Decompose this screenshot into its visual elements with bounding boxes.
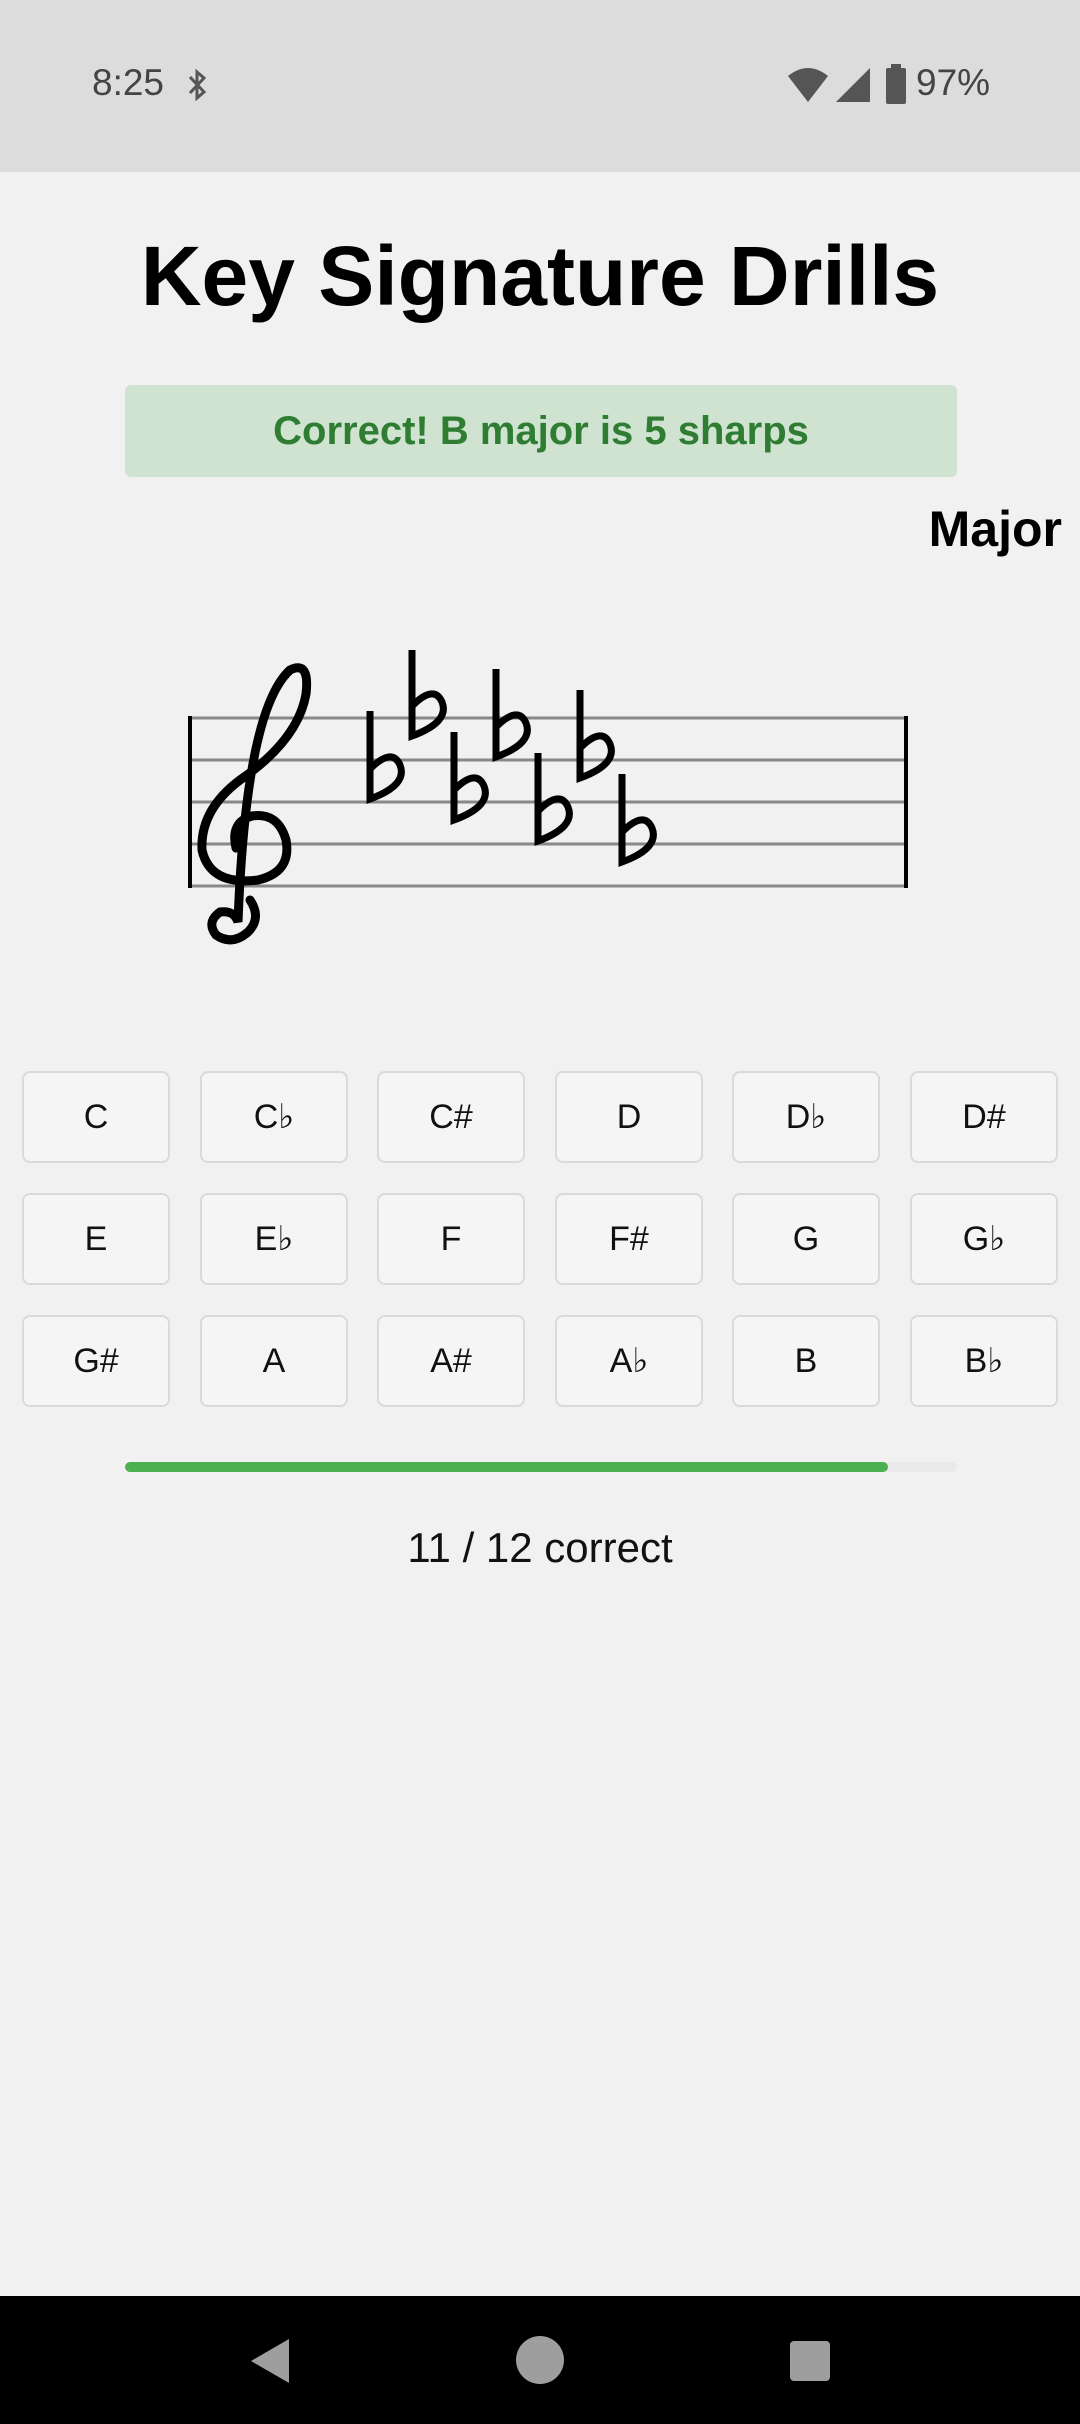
- home-icon[interactable]: [514, 2334, 566, 2386]
- back-icon[interactable]: [245, 2335, 293, 2387]
- note-button[interactable]: C#: [377, 1071, 525, 1163]
- key-signature-staff: [188, 650, 908, 945]
- note-button[interactable]: A: [200, 1315, 348, 1407]
- feedback-text: Correct! B major is 5 sharps: [273, 408, 809, 453]
- bluetooth-icon: [188, 68, 207, 102]
- key-signature-accidentals: [366, 650, 657, 868]
- note-button[interactable]: A♭: [555, 1315, 703, 1407]
- status-time: 8:25: [92, 62, 165, 103]
- score-text: 11 / 12 correct: [407, 1524, 673, 1571]
- progress-fill: [125, 1462, 888, 1472]
- note-button[interactable]: B♭: [910, 1315, 1058, 1407]
- note-button[interactable]: C: [22, 1071, 170, 1163]
- status-bar: 8:25 97%: [0, 0, 1080, 172]
- flat-symbol: [366, 711, 405, 805]
- flat-symbol: [618, 774, 657, 868]
- note-button[interactable]: B: [732, 1315, 880, 1407]
- note-button[interactable]: A#: [377, 1315, 525, 1407]
- battery-percent: 97%: [916, 62, 991, 103]
- note-button[interactable]: C♭: [200, 1071, 348, 1163]
- note-button[interactable]: G♭: [910, 1193, 1058, 1285]
- note-button[interactable]: D♭: [732, 1071, 880, 1163]
- note-button[interactable]: F#: [555, 1193, 703, 1285]
- note-button[interactable]: G#: [22, 1315, 170, 1407]
- feedback-banner: Correct! B major is 5 sharps: [125, 385, 957, 477]
- note-button[interactable]: E: [22, 1193, 170, 1285]
- signal-icon: [836, 68, 870, 102]
- recents-icon[interactable]: [789, 2340, 831, 2382]
- flat-symbol: [534, 753, 573, 847]
- note-button[interactable]: G: [732, 1193, 880, 1285]
- flat-symbol: [450, 732, 489, 826]
- treble-clef-icon: [197, 663, 312, 945]
- note-button[interactable]: F: [377, 1193, 525, 1285]
- mode-label: Major: [928, 501, 1062, 557]
- battery-icon: [886, 64, 906, 104]
- note-button[interactable]: D: [555, 1071, 703, 1163]
- page-title: Key Signature Drills: [140, 229, 940, 323]
- flat-symbol: [576, 690, 615, 784]
- progress-bar: [125, 1462, 957, 1472]
- flat-symbol: [492, 669, 531, 763]
- wifi-icon: [788, 68, 828, 102]
- flat-symbol: [408, 650, 447, 742]
- note-button[interactable]: E♭: [200, 1193, 348, 1285]
- note-button[interactable]: D#: [910, 1071, 1058, 1163]
